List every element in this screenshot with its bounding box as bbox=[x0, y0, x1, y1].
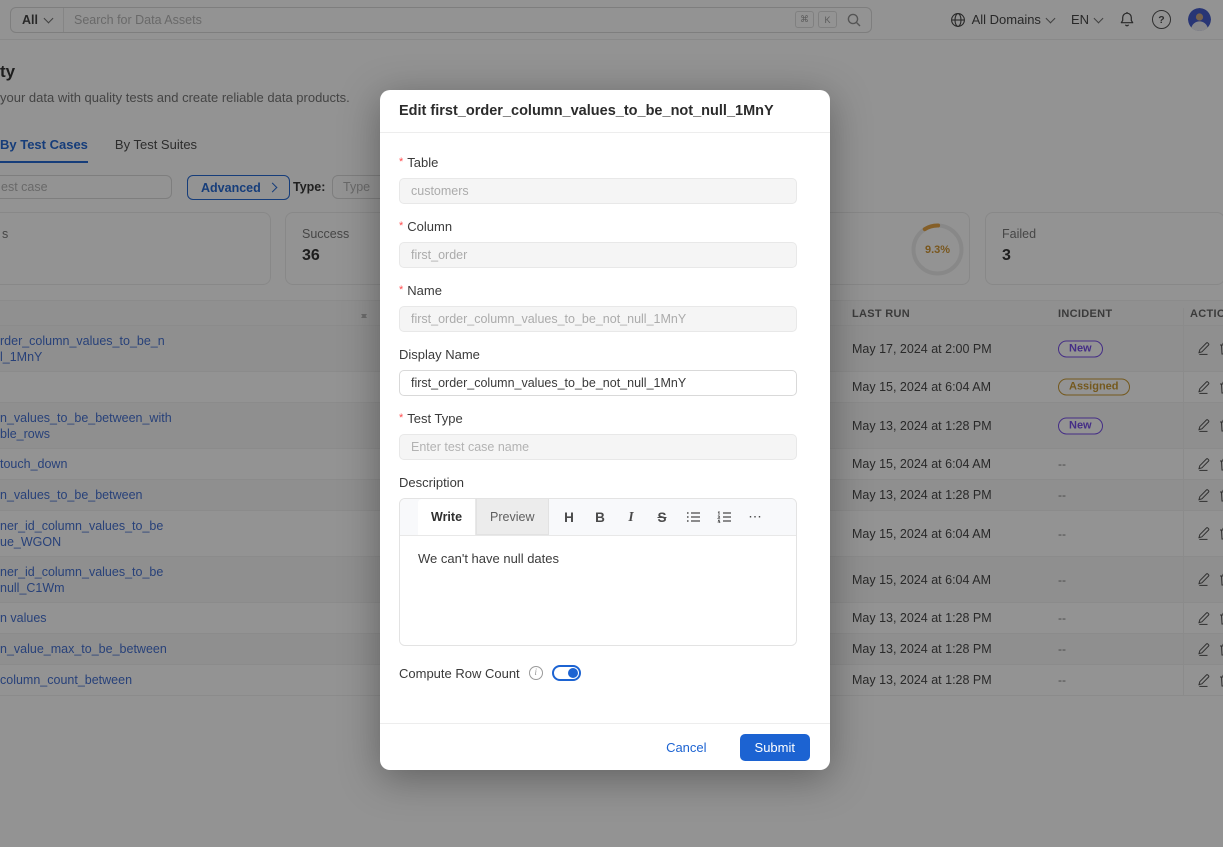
name-field-label: Name bbox=[407, 283, 442, 298]
required-marker: * bbox=[399, 284, 403, 296]
toggle-knob bbox=[568, 668, 578, 678]
modal-body: * Table * Column * Name bbox=[380, 133, 830, 681]
more-tools-icon[interactable]: ⋯ bbox=[740, 509, 771, 525]
modal-footer: Cancel Submit bbox=[380, 723, 830, 770]
numbered-list-tool-icon[interactable] bbox=[709, 511, 740, 523]
compute-row-count-label: Compute Row Count bbox=[399, 666, 520, 681]
submit-button[interactable]: Submit bbox=[740, 734, 810, 761]
table-field-input bbox=[399, 178, 797, 204]
display-name-field-input[interactable] bbox=[399, 370, 797, 396]
compute-row-count-toggle[interactable] bbox=[552, 665, 581, 681]
app-viewport: All ⌘ K All Domains EN bbox=[0, 0, 1223, 847]
field-name: * Name bbox=[399, 283, 797, 332]
bullet-list-tool-icon[interactable] bbox=[678, 511, 709, 523]
heading-tool-icon[interactable]: H bbox=[554, 510, 585, 525]
italic-tool-icon[interactable]: I bbox=[616, 509, 647, 525]
column-field-label: Column bbox=[407, 219, 452, 234]
display-name-field-label: Display Name bbox=[399, 347, 480, 362]
field-table: * Table bbox=[399, 155, 797, 204]
field-column: * Column bbox=[399, 219, 797, 268]
field-display-name: Display Name bbox=[399, 347, 797, 396]
name-field-input bbox=[399, 306, 797, 332]
editor-tools: H B I S bbox=[554, 499, 771, 535]
column-field-input bbox=[399, 242, 797, 268]
info-icon: i bbox=[529, 666, 543, 680]
bold-tool-icon[interactable]: B bbox=[585, 510, 616, 525]
required-marker: * bbox=[399, 412, 403, 424]
test-type-field-label: Test Type bbox=[407, 411, 462, 426]
cancel-button[interactable]: Cancel bbox=[660, 739, 712, 756]
markdown-editor: Write Preview H B I S bbox=[399, 498, 797, 646]
editor-toolbar: Write Preview H B I S bbox=[400, 499, 796, 536]
description-field-label: Description bbox=[399, 475, 464, 490]
test-type-field-input bbox=[399, 434, 797, 460]
description-editor-content[interactable]: We can't have null dates bbox=[400, 536, 796, 646]
editor-tab-write[interactable]: Write bbox=[418, 499, 476, 535]
required-marker: * bbox=[399, 156, 403, 168]
table-field-label: Table bbox=[407, 155, 438, 170]
compute-row-count-row: Compute Row Count i bbox=[399, 665, 797, 681]
required-marker: * bbox=[399, 220, 403, 232]
modal-title: Edit first_order_column_values_to_be_not… bbox=[380, 90, 830, 133]
editor-tab-preview[interactable]: Preview bbox=[476, 499, 548, 535]
field-description: Description Write Preview H B I S bbox=[399, 475, 797, 646]
edit-test-case-modal: Edit first_order_column_values_to_be_not… bbox=[380, 90, 830, 770]
field-test-type: * Test Type bbox=[399, 411, 797, 460]
strikethrough-tool-icon[interactable]: S bbox=[647, 510, 678, 525]
